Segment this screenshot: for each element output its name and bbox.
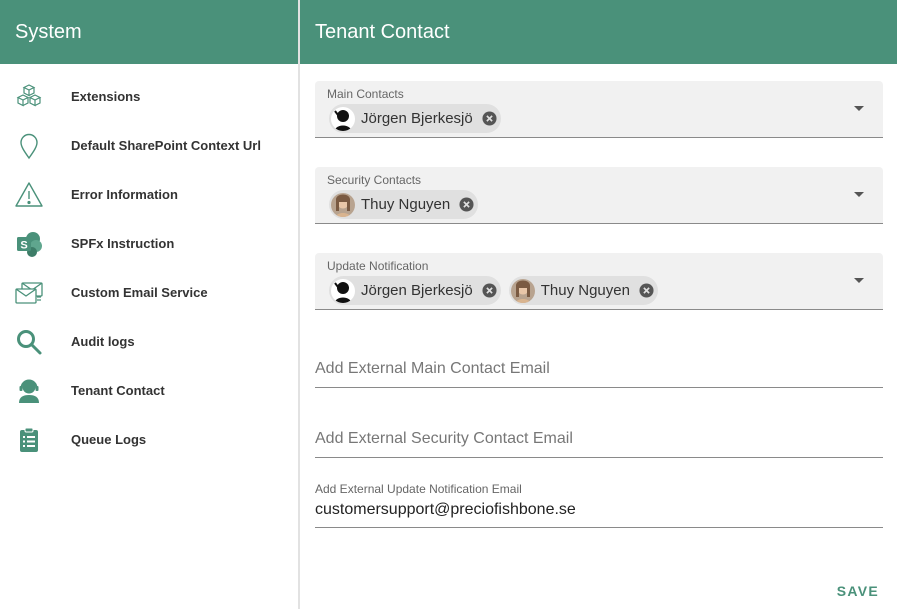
contact-chip: Thuy Nguyen [329, 190, 479, 219]
support-agent-icon [13, 375, 45, 407]
chip-remove-icon[interactable] [459, 197, 474, 212]
field-placeholder: Add External Security Contact Email [315, 430, 573, 447]
email-service-icon [13, 277, 45, 309]
chip-label: Jörgen Bjerkesjö [361, 282, 473, 299]
sidebar-item-default-sharepoint-context-url[interactable]: Default SharePoint Context Url [0, 121, 298, 170]
external-main-contact-email-field[interactable]: Add External Main Contact Email [315, 340, 883, 388]
sidebar: System Extensions Default SharePoint Con… [0, 0, 298, 609]
sidebar-item-label: Queue Logs [71, 432, 147, 447]
chip-label: Thuy Nguyen [540, 282, 630, 299]
security-contacts-select[interactable]: Security Contacts Thuy Nguyen [315, 167, 883, 224]
warning-icon [13, 179, 45, 211]
sidebar-item-label: SPFx Instruction [71, 236, 175, 251]
app-root: System Extensions Default SharePoint Con… [0, 0, 897, 609]
sidebar-item-custom-email-service[interactable]: Custom Email Service [0, 268, 298, 317]
update-notification-label: Update Notification [327, 259, 429, 273]
dropdown-arrow-icon[interactable] [854, 278, 864, 283]
sidebar-item-audit-logs[interactable]: Audit logs [0, 317, 298, 366]
cubes-icon [13, 81, 45, 113]
page-title: Tenant Contact [300, 0, 897, 64]
external-update-notification-email-field[interactable]: Add External Update Notification Email c… [315, 480, 883, 528]
field-placeholder: Add External Main Contact Email [315, 360, 550, 377]
avatar [331, 192, 355, 217]
chip-label: Thuy Nguyen [361, 196, 451, 213]
dropdown-arrow-icon[interactable] [854, 106, 864, 111]
sidebar-item-label: Extensions [71, 89, 141, 104]
contact-chip: Thuy Nguyen [508, 276, 658, 305]
main-contacts-label: Main Contacts [327, 87, 404, 101]
sidebar-nav: Extensions Default SharePoint Context Ur… [0, 64, 298, 464]
sidebar-title: System [0, 0, 298, 64]
security-contacts-chips: Thuy Nguyen [329, 190, 486, 219]
external-security-contact-email-field[interactable]: Add External Security Contact Email [315, 410, 883, 458]
sharepoint-icon: S [13, 228, 45, 260]
chip-remove-icon[interactable] [482, 283, 497, 298]
sidebar-item-label: Default SharePoint Context Url [71, 138, 261, 153]
sidebar-item-queue-logs[interactable]: Queue Logs [0, 415, 298, 464]
contact-chip: Jörgen Bjerkesjö [329, 276, 501, 305]
sidebar-item-label: Custom Email Service [71, 285, 208, 300]
map-pin-icon [13, 130, 45, 162]
sidebar-item-label: Error Information [71, 187, 178, 202]
clipboard-list-icon [13, 424, 45, 456]
avatar [331, 106, 355, 131]
avatar [331, 278, 355, 303]
update-notification-chips: Jörgen Bjerkesjö Thuy Nguyen [329, 276, 666, 305]
main-contacts-select[interactable]: Main Contacts Jörgen Bjerkesjö [315, 81, 883, 138]
svg-text:S: S [20, 239, 27, 251]
chip-label: Jörgen Bjerkesjö [361, 110, 473, 127]
chip-remove-icon[interactable] [482, 111, 497, 126]
security-contacts-label: Security Contacts [327, 173, 422, 187]
sidebar-item-error-information[interactable]: Error Information [0, 170, 298, 219]
avatar [510, 278, 535, 303]
field-value: customersupport@preciofishbone.se [315, 501, 576, 518]
chip-remove-icon[interactable] [639, 283, 654, 298]
contact-chip: Jörgen Bjerkesjö [329, 104, 501, 133]
sidebar-item-label: Tenant Contact [71, 383, 165, 398]
sidebar-item-label: Audit logs [71, 334, 135, 349]
save-button[interactable]: SAVE [837, 583, 879, 599]
sidebar-item-tenant-contact[interactable]: Tenant Contact [0, 366, 298, 415]
main-panel: Tenant Contact Main Contacts Jörgen Bjer… [300, 0, 897, 609]
dropdown-arrow-icon[interactable] [854, 192, 864, 197]
sidebar-item-extensions[interactable]: Extensions [0, 72, 298, 121]
search-icon [13, 326, 45, 358]
field-label: Add External Update Notification Email [315, 482, 522, 496]
sidebar-item-spfx-instruction[interactable]: S SPFx Instruction [0, 219, 298, 268]
update-notification-select[interactable]: Update Notification Jörgen Bjerkesjö Thu… [315, 253, 883, 310]
main-contacts-chips: Jörgen Bjerkesjö [329, 104, 509, 133]
